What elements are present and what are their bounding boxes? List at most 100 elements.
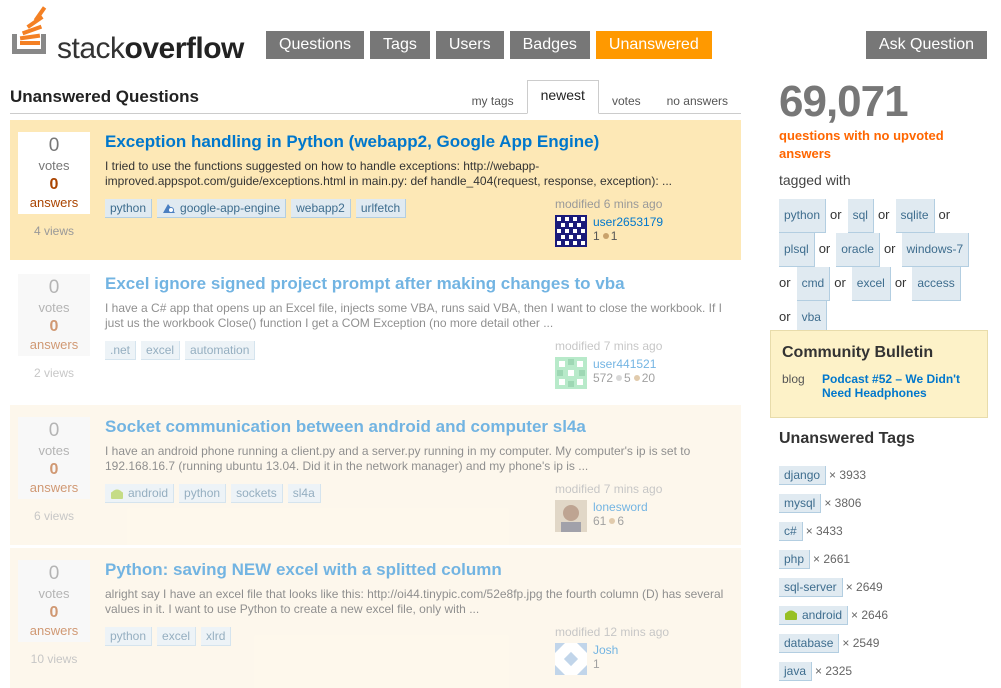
- ut-tag-database[interactable]: database: [779, 633, 840, 653]
- tag-count: × 3933: [829, 468, 867, 482]
- sidebar-tag-plsql[interactable]: plsql: [779, 233, 815, 267]
- question-summary: 0 votes 0 answers 10 views Python: savin…: [10, 548, 741, 688]
- question-stats: 0 votes 0 answers 2 views: [18, 274, 90, 380]
- answer-label: answers: [29, 480, 79, 495]
- nav-badges[interactable]: Badges: [509, 31, 590, 59]
- app-engine-icon: [163, 203, 176, 213]
- nav-questions[interactable]: Questions: [266, 31, 365, 59]
- tag-count: × 2646: [851, 608, 889, 622]
- nav-users[interactable]: Users: [435, 31, 504, 59]
- tag-python[interactable]: python: [105, 199, 153, 218]
- tab-my-tags[interactable]: my tags: [459, 84, 527, 114]
- question-title-link[interactable]: Socket communication between android and…: [105, 416, 735, 438]
- logo-wordmark: stackoverflow: [57, 32, 244, 65]
- answer-count: 0: [49, 461, 59, 478]
- tag-count: × 2649: [845, 580, 883, 594]
- unanswered-tag-row: android × 2646: [779, 601, 888, 629]
- vote-label: votes: [38, 586, 70, 601]
- bulletin-title: Community Bulletin: [782, 344, 934, 361]
- user-info: modified 7 mins ago lonesword 61 6: [555, 482, 725, 532]
- ut-tag-sql-server[interactable]: sql-server: [779, 577, 843, 597]
- tag-python[interactable]: python: [105, 627, 153, 646]
- tag-excel[interactable]: excel: [141, 341, 181, 360]
- modified-time[interactable]: modified 7 mins ago: [555, 482, 725, 496]
- sidebar-tag-sql[interactable]: sql: [847, 199, 874, 233]
- tag-excel[interactable]: excel: [157, 627, 197, 646]
- tag-google-app-engine[interactable]: google-app-engine: [157, 199, 287, 218]
- main-nav: Questions Tags Users Badges Unanswered: [266, 31, 712, 59]
- page-title: Unanswered Questions: [10, 87, 199, 106]
- stack-logo-icon: [12, 6, 47, 54]
- vote-count: 0: [48, 277, 60, 298]
- nav-tags[interactable]: Tags: [370, 31, 430, 59]
- user-reputation: 61 6: [593, 514, 625, 528]
- tab-newest[interactable]: newest: [526, 80, 599, 114]
- sidebar-tag-cmd[interactable]: cmd: [796, 267, 831, 301]
- community-bulletin: Community Bulletin blog Podcast #52 – We…: [770, 330, 988, 418]
- tab-votes[interactable]: votes: [599, 84, 654, 114]
- user-name-link[interactable]: lonesword: [593, 500, 648, 514]
- tagged-with-label: tagged with: [779, 172, 851, 188]
- user-info: modified 7 mins ago user441521 572 5 20: [555, 339, 725, 389]
- question-title-link[interactable]: Python: saving NEW excel with a splitted…: [105, 559, 735, 581]
- ut-tag-django[interactable]: django: [779, 465, 827, 485]
- ut-tag-php[interactable]: php: [779, 549, 811, 569]
- unanswered-tag-row: php × 2661: [779, 545, 888, 573]
- unanswered-tag-row: java × 2325: [779, 657, 888, 685]
- tag-urlfetch[interactable]: urlfetch: [355, 199, 407, 218]
- unanswered-tag-row: database × 2549: [779, 629, 888, 657]
- vote-label: votes: [38, 158, 70, 173]
- bronze-badge-icon: [633, 375, 640, 382]
- user-avatar[interactable]: [555, 357, 587, 389]
- question-stats: 0 votes 0 answers 4 views: [18, 132, 90, 238]
- tag-count: × 2325: [815, 664, 853, 678]
- vote-label: votes: [38, 300, 70, 315]
- modified-time[interactable]: modified 6 mins ago: [555, 197, 725, 211]
- tag-xlrd[interactable]: xlrd: [201, 627, 232, 646]
- ut-tag-java[interactable]: java: [779, 661, 813, 681]
- tag-automation[interactable]: automation: [185, 341, 256, 360]
- question-summary: 0 votes 0 answers 2 views Excel ignore s…: [10, 262, 741, 402]
- unanswered-tags-list: django × 3933 mysql × 3806 c# × 3433 php × 2…: [779, 461, 888, 685]
- tag-android[interactable]: android: [105, 484, 175, 503]
- user-avatar[interactable]: [555, 500, 587, 532]
- stackoverflow-logo[interactable]: stackoverflow: [10, 4, 260, 65]
- user-info: modified 12 mins ago Josh 1: [555, 625, 725, 675]
- sidebar-tag-excel[interactable]: excel: [851, 267, 891, 301]
- sidebar-tag-windows-7[interactable]: windows-7: [901, 233, 970, 267]
- question-title-link[interactable]: Exception handling in Python (webapp2, G…: [105, 131, 735, 153]
- user-name-link[interactable]: user441521: [593, 357, 656, 371]
- user-avatar[interactable]: [555, 643, 587, 675]
- question-excerpt: I have an android phone running a client…: [105, 444, 691, 473]
- tag-sl4a[interactable]: sl4a: [287, 484, 321, 503]
- question-title-link[interactable]: Excel ignore signed project prompt after…: [105, 273, 735, 295]
- tag-count: × 2661: [813, 552, 851, 566]
- user-name-link[interactable]: user2653179: [593, 215, 663, 229]
- tag-python[interactable]: python: [179, 484, 227, 503]
- tag-webapp2[interactable]: webapp2: [291, 199, 351, 218]
- tag-sockets[interactable]: sockets: [231, 484, 283, 503]
- ut-tag-csharp[interactable]: c#: [779, 521, 803, 541]
- bulletin-link[interactable]: Podcast #52 – We Didn't Need Headphones: [822, 372, 982, 400]
- tab-no-answers[interactable]: no answers: [654, 84, 741, 114]
- tag-dotnet[interactable]: .net: [105, 341, 137, 360]
- ut-tag-android[interactable]: android: [779, 605, 849, 625]
- question-stats: 0 votes 0 answers 6 views: [18, 417, 90, 523]
- unanswered-tag-row: c# × 3433: [779, 517, 888, 545]
- sidebar-tag-oracle[interactable]: oracle: [836, 233, 880, 267]
- modified-time[interactable]: modified 12 mins ago: [555, 625, 725, 639]
- sidebar-tag-python[interactable]: python: [779, 199, 827, 233]
- ut-tag-mysql[interactable]: mysql: [779, 493, 822, 513]
- android-icon: [111, 489, 123, 499]
- bronze-badge-icon: [609, 518, 616, 525]
- tagged-with-list: python or sql or sqlite or plsql or oracle or win…: [779, 199, 994, 335]
- nav-unanswered[interactable]: Unanswered: [595, 31, 712, 59]
- sidebar-tag-sqlite[interactable]: sqlite: [895, 199, 935, 233]
- ask-question-button[interactable]: Ask Question: [866, 31, 987, 59]
- user-name-link[interactable]: Josh: [593, 643, 618, 657]
- unanswered-count-label: questions with no upvoted answers: [779, 128, 944, 161]
- modified-time[interactable]: modified 7 mins ago: [555, 339, 725, 353]
- question-summary: 0 votes 0 answers 6 views Socket communi…: [10, 405, 741, 545]
- sidebar-tag-access[interactable]: access: [912, 267, 961, 301]
- user-avatar[interactable]: [555, 215, 587, 247]
